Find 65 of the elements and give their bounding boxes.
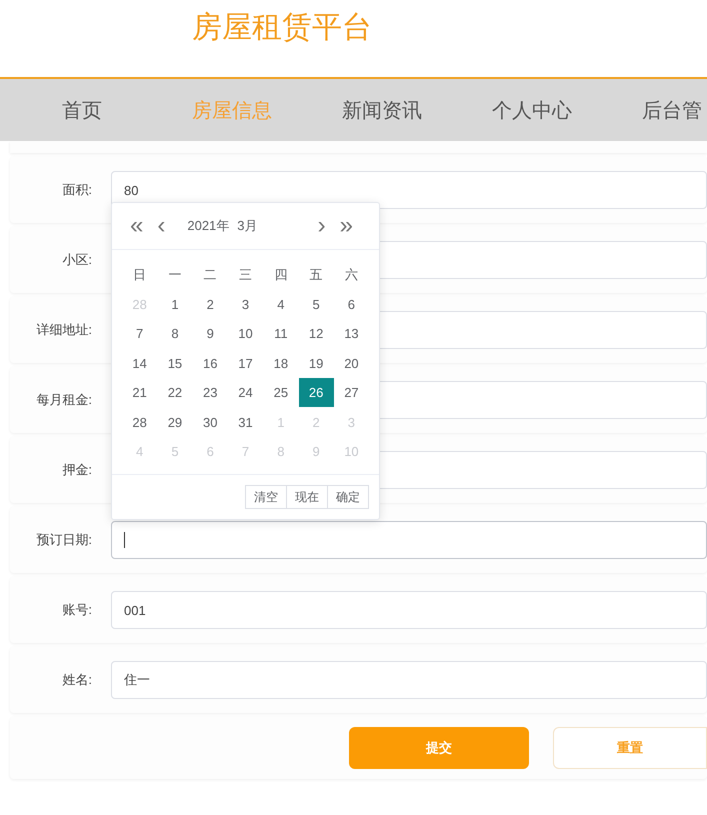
calendar-day[interactable]: 6 <box>334 290 369 318</box>
calendar-day[interactable]: 31 <box>228 408 264 436</box>
weekday-label: 六 <box>344 266 359 284</box>
site-title: 房屋租赁平台 <box>192 9 372 47</box>
input-field[interactable] <box>111 521 707 559</box>
calendar-day[interactable]: 30 <box>192 408 228 436</box>
calendar-day[interactable]: 16 <box>192 348 228 378</box>
picker-button[interactable]: 现在 <box>287 485 328 509</box>
weekday-label: 三 <box>238 266 254 284</box>
field-label: 姓名: <box>61 671 92 689</box>
field-label: 预订日期: <box>35 531 92 549</box>
calendar-day[interactable]: 29 <box>157 408 192 436</box>
year-label[interactable]: 2021年 <box>187 217 230 235</box>
prev-month-button[interactable]: ‹ <box>157 214 166 238</box>
calendar-day[interactable]: 19 <box>298 348 334 378</box>
calendar-day[interactable]: 26 <box>298 378 334 407</box>
weekday-label: 日 <box>132 266 148 284</box>
month-label[interactable]: 3月 <box>237 217 258 235</box>
text-cursor <box>124 532 125 548</box>
field-label: 押金: <box>61 461 92 479</box>
input-field[interactable]: 住一 <box>111 661 707 699</box>
field-label: 小区: <box>61 251 92 269</box>
calendar-day[interactable]: 1 <box>157 290 192 318</box>
nav-link[interactable]: 个人中心 <box>492 96 572 124</box>
next-month-button[interactable]: › <box>318 214 326 238</box>
calendar-day[interactable]: 2 <box>192 290 228 318</box>
calendar-day[interactable]: 27 <box>334 378 369 407</box>
nav-link[interactable]: 首页 <box>62 96 102 124</box>
calendar-day[interactable]: 25 <box>263 378 298 407</box>
field-label: 每月租金: <box>35 391 92 409</box>
calendar-day[interactable]: 14 <box>122 348 158 378</box>
calendar-day[interactable]: 9 <box>192 319 228 348</box>
input-field[interactable]: 001 <box>111 591 707 629</box>
nav-link[interactable]: 新闻资讯 <box>342 96 422 124</box>
calendar-day[interactable]: 3 <box>228 290 264 318</box>
calendar-day[interactable]: 15 <box>157 348 192 378</box>
weekday-label: 一 <box>167 266 182 284</box>
next-year-button[interactable]: » <box>340 214 353 238</box>
weekday-label: 五 <box>308 266 324 284</box>
calendar-day[interactable]: 23 <box>192 378 228 407</box>
calendar-day[interactable]: 4 <box>263 290 298 318</box>
weekday-label: 二 <box>202 266 218 284</box>
calendar-day[interactable]: 18 <box>263 348 298 378</box>
calendar-day[interactable]: 20 <box>334 348 369 378</box>
calendar-day[interactable]: 22 <box>157 378 192 407</box>
input-field[interactable]: 80 <box>111 171 707 209</box>
calendar-day[interactable]: 13 <box>334 319 369 348</box>
weekday-label: 四 <box>273 266 288 284</box>
calendar-day[interactable]: 17 <box>228 348 264 378</box>
field-label: 详细地址: <box>35 321 92 339</box>
calendar-day[interactable]: 24 <box>228 378 264 407</box>
field-label: 账号: <box>61 601 92 619</box>
calendar-day[interactable]: 28 <box>122 408 158 436</box>
calendar-day[interactable]: 5 <box>298 290 334 318</box>
calendar-day[interactable]: 12 <box>298 319 334 348</box>
prev-year-button[interactable]: « <box>130 214 144 238</box>
calendar-day[interactable]: 7 <box>122 319 158 348</box>
picker-button[interactable]: 清空 <box>245 485 287 509</box>
calendar-day[interactable]: 11 <box>263 319 298 348</box>
field-label: 面积: <box>61 181 92 199</box>
picker-button[interactable]: 确定 <box>328 485 369 509</box>
calendar-day[interactable]: 21 <box>122 378 158 407</box>
calendar-day[interactable]: 10 <box>228 319 264 348</box>
calendar-day[interactable]: 8 <box>157 319 192 348</box>
nav-link[interactable]: 后台管 <box>642 96 702 124</box>
